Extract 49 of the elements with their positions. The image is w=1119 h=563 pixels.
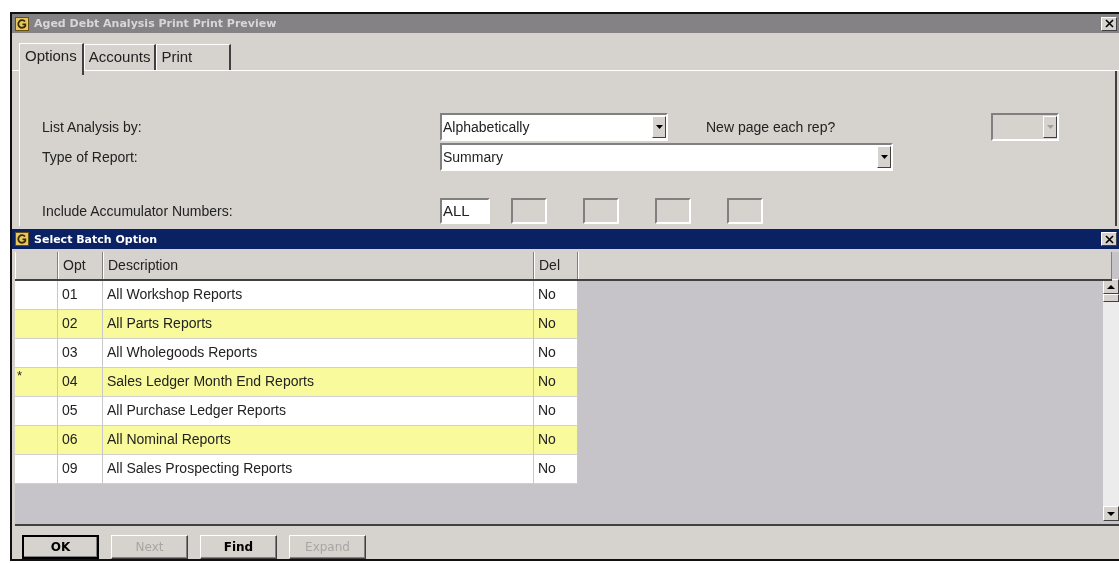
table-cell: 02: [58, 310, 103, 339]
table-cell: 03: [58, 339, 103, 368]
tab[interactable]: Accounts: [83, 44, 157, 71]
table-cell: All Purchase Ledger Reports: [103, 397, 534, 426]
scroll-thumb[interactable]: [1103, 294, 1119, 302]
close-button[interactable]: [1101, 232, 1117, 246]
table-cell: 01: [58, 281, 103, 310]
window-title: Aged Debt Analysis Print Print Preview: [34, 17, 278, 31]
app-logo-icon: [15, 16, 29, 31]
dropdown[interactable]: Alphabetically: [440, 112, 668, 141]
field-label: List Analysis by:: [42, 118, 143, 135]
table-cell: No: [534, 455, 578, 484]
column-header[interactable]: Del: [534, 252, 578, 279]
tab[interactable]: Options: [19, 43, 84, 76]
tab[interactable]: Print: [156, 44, 232, 71]
table-cell: 04: [58, 368, 103, 397]
up-arrow-icon: [1107, 284, 1115, 289]
dropdown[interactable]: Summary: [440, 142, 893, 171]
table-cell: All Sales Prospecting Reports: [103, 455, 534, 484]
column-header[interactable]: Description: [103, 252, 534, 279]
dialog-button[interactable]: OK: [22, 535, 99, 559]
field-label: Include Accumulator Numbers:: [42, 202, 234, 219]
table-cell: 06: [58, 426, 103, 455]
table-cell: No: [534, 310, 578, 339]
field-label: New page each rep?: [706, 118, 837, 135]
table-cell: All Wholegoods Reports: [103, 339, 534, 368]
dialog-button[interactable]: Find: [200, 535, 277, 559]
column-header[interactable]: Opt: [58, 252, 103, 279]
close-button[interactable]: [1101, 16, 1117, 31]
table-cell: No: [534, 339, 578, 368]
dialog-title: Select Batch Option: [34, 232, 159, 246]
table-cell: 05: [58, 397, 103, 426]
table-cell: All Workshop Reports: [103, 281, 534, 310]
table-cell: No: [534, 368, 578, 397]
table-cell: All Parts Reports: [103, 310, 534, 339]
field-label: Type of Report:: [42, 148, 139, 165]
table-cell: No: [534, 426, 578, 455]
table-cell: No: [534, 281, 578, 310]
table-cell: No: [534, 397, 578, 426]
table-cell: Sales Ledger Month End Reports: [103, 368, 534, 397]
input-field[interactable]: ALL: [440, 197, 490, 224]
app-logo-icon: [15, 232, 29, 246]
scroll-up-button[interactable]: [1103, 279, 1119, 294]
down-arrow-icon: [1107, 511, 1115, 516]
table-cell: 09: [58, 455, 103, 484]
scrollbar[interactable]: [1103, 279, 1119, 521]
row-marker: *: [15, 368, 58, 397]
table-cell: All Nominal Reports: [103, 426, 534, 455]
scroll-down-button[interactable]: [1103, 506, 1119, 521]
